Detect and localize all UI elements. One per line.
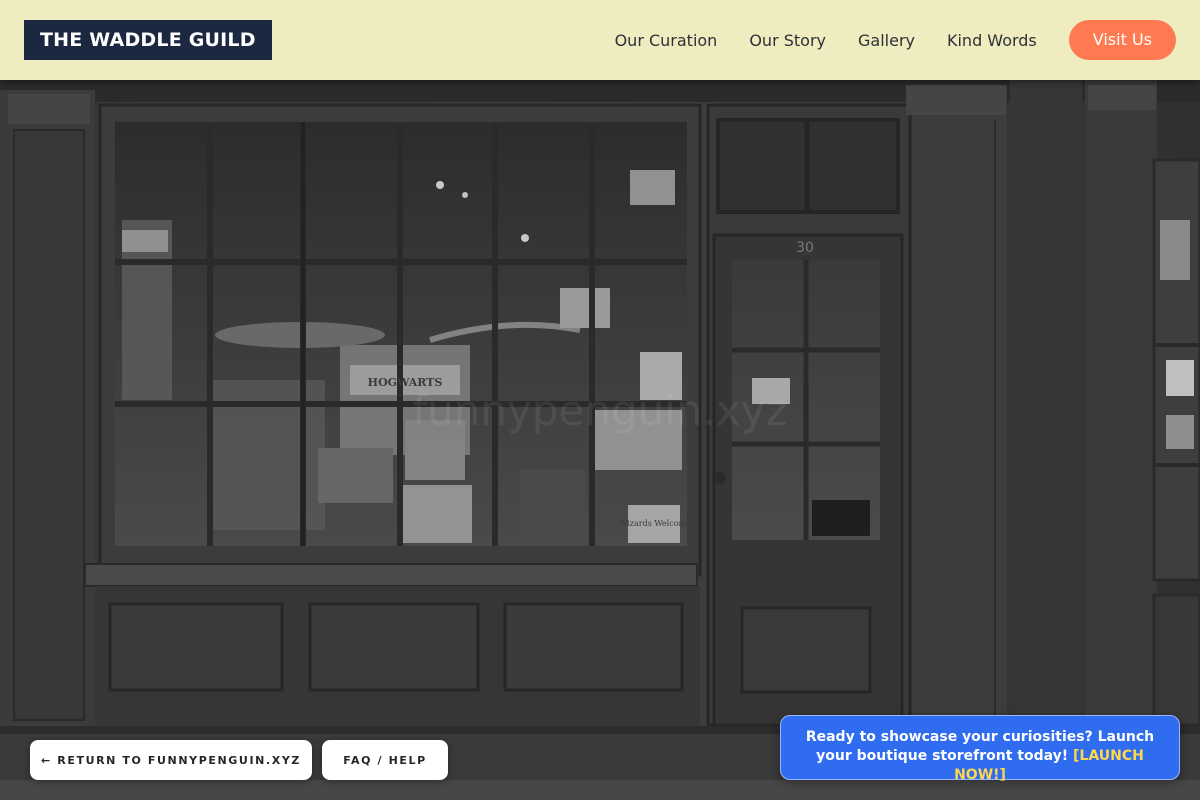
storefront-photo: HOGWARTS Wizards Welcome 30 funnypenguin…	[0, 80, 1200, 800]
watermark-text: funnypenguin.xyz	[412, 386, 787, 435]
hero-storefront-image: HOGWARTS Wizards Welcome 30 funnypenguin…	[0, 80, 1200, 800]
visit-us-button[interactable]: Visit Us	[1068, 20, 1176, 60]
nav-link-gallery[interactable]: Gallery	[858, 31, 915, 50]
nav-link-kind-words[interactable]: Kind Words	[947, 31, 1037, 50]
main-nav: Our Curation Our Story Gallery Kind Word…	[615, 20, 1176, 60]
nav-link-our-curation[interactable]: Our Curation	[615, 31, 718, 50]
nav-link-our-story[interactable]: Our Story	[749, 31, 826, 50]
site-header: THE WADDLE GUILD Our Curation Our Story …	[0, 0, 1200, 80]
faq-help-button[interactable]: FAQ / HELP	[322, 740, 448, 780]
launch-storefront-banner: Ready to showcase your curiosities? Laun…	[780, 715, 1180, 783]
return-to-site-button[interactable]: ← RETURN TO FUNNYPENGUIN.XYZ	[30, 740, 312, 780]
window-sign-text: Wizards Welcome	[619, 519, 691, 528]
site-logo[interactable]: THE WADDLE GUILD	[24, 20, 272, 60]
door-number: 30	[796, 240, 814, 256]
